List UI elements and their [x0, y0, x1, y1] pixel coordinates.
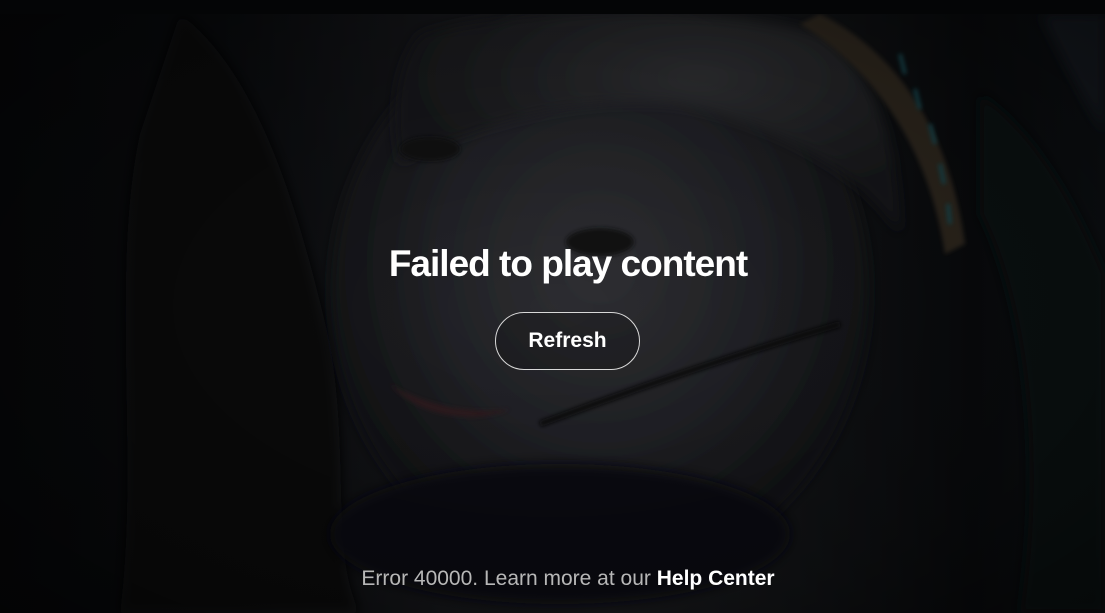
error-message-text: Error 40000. Learn more at our [361, 567, 651, 590]
help-center-link[interactable]: Help Center [657, 567, 775, 590]
error-title: Failed to play content [388, 243, 748, 284]
video-player: Failed to play content Refresh Error 400… [0, 0, 1105, 613]
playback-error-panel: Failed to play content Refresh Error 400… [0, 0, 1105, 613]
refresh-button[interactable]: Refresh [495, 312, 640, 370]
error-message: Error 40000. Learn more at our Help Cent… [0, 565, 1105, 593]
